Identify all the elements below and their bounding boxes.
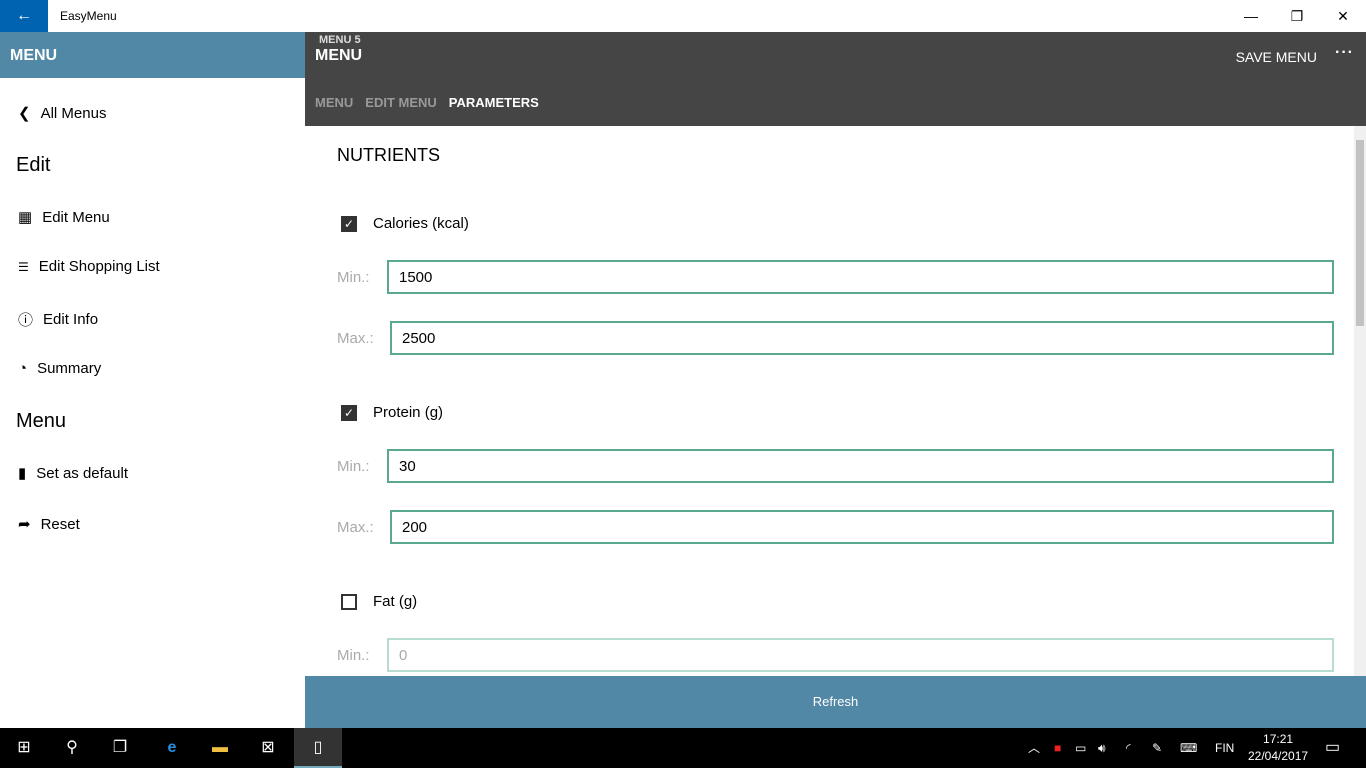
label: Edit Menu <box>42 208 110 226</box>
protein-max-input[interactable]: 200 <box>390 510 1334 544</box>
taskbar: ⊞ ⚲ ❐ e ▬ ⊠ ▯ ︿ ■ ▭ 🔊︎ ◜ ✎ ⌨ FIN 17:21 22… <box>0 728 1366 768</box>
grid-icon: ▦ <box>18 209 33 226</box>
all-menus-label: All Menus <box>40 104 107 122</box>
scrollbar[interactable] <box>1354 126 1366 676</box>
min-label: Min.: <box>337 269 370 286</box>
all-menus-link[interactable]: ❮ All Menus <box>18 104 107 123</box>
calories-max-input[interactable]: 2500 <box>390 321 1334 355</box>
pie-chart-icon: ◔ <box>18 360 28 377</box>
min-label: Min.: <box>337 647 370 664</box>
calories-checkbox[interactable]: ✓ Calories (kcal) <box>341 215 469 232</box>
share-arrow-icon: ➦ <box>18 516 31 533</box>
sidebar-item-reset[interactable]: ➦ Reset <box>18 515 80 534</box>
store-icon[interactable]: ⊠ <box>244 728 292 768</box>
label: Edit Shopping List <box>38 258 160 275</box>
min-label: Min.: <box>337 458 370 475</box>
flag-icon[interactable]: ■ <box>1054 728 1061 768</box>
section-title: NUTRIENTS <box>337 145 440 165</box>
scrollbar-thumb[interactable] <box>1356 140 1364 326</box>
sidebar-item-edit-shopping-list[interactable]: ☰ Edit Shopping List <box>18 258 160 275</box>
sidebar: ❮ All Menus Edit ▦ Edit Menu ☰ Edit Shoppin… <box>0 78 305 728</box>
checkbox-checked-icon: ✓ <box>341 215 357 232</box>
edit-heading: Edit <box>16 154 51 176</box>
main-header: MENU 5 MENU SAVE MENU ··· MENU EDIT MENU… <box>305 32 1366 126</box>
sidebar-header: MENU <box>0 32 305 78</box>
protein-checkbox[interactable]: ✓ Protein (g) <box>341 404 443 421</box>
chevron-up-icon[interactable]: ︿ <box>1028 728 1040 768</box>
parameters-content: NUTRIENTS ✓ Calories (kcal) Min.: 1500 Ma… <box>305 126 1366 676</box>
notifications-icon[interactable]: ▭ <box>1325 728 1340 768</box>
volume-icon[interactable]: 🔊︎ <box>1098 728 1106 768</box>
refresh-button[interactable]: Refresh <box>305 676 1366 728</box>
label: Calories (kcal) <box>373 215 469 232</box>
keyboard-icon[interactable]: ⌨ <box>1180 728 1197 768</box>
page-title: MENU <box>315 47 363 64</box>
more-icon[interactable]: ··· <box>1335 44 1354 62</box>
file-explorer-icon[interactable]: ▬ <box>196 728 244 768</box>
menu-subtitle: MENU 5 <box>319 34 361 46</box>
chevron-left-icon: ❮ <box>18 105 31 122</box>
back-button[interactable]: ← <box>0 0 48 32</box>
sidebar-item-summary[interactable]: ◔ Summary <box>18 360 101 377</box>
max-label: Max.: <box>337 330 374 347</box>
fat-min-input[interactable]: 0 <box>387 638 1334 672</box>
info-icon: ⓘ <box>18 312 34 329</box>
app-title: EasyMenu <box>60 9 117 23</box>
task-view-icon[interactable]: ❐ <box>96 728 144 768</box>
label: Reset <box>40 515 80 533</box>
label: Edit Info <box>43 311 99 328</box>
list-icon: ☰ <box>18 259 29 274</box>
close-button[interactable]: ✕ <box>1320 0 1366 32</box>
label: Summary <box>37 360 102 377</box>
save-menu-button[interactable]: SAVE MENU <box>1236 49 1317 65</box>
tab-parameters[interactable]: PARAMETERS <box>449 95 539 110</box>
sidebar-item-edit-menu[interactable]: ▦ Edit Menu <box>18 208 110 227</box>
checkbox-unchecked-icon <box>341 593 357 610</box>
time: 17:21 <box>1263 732 1294 746</box>
maximize-button[interactable]: ❐ <box>1274 0 1320 32</box>
sidebar-item-set-default[interactable]: ▮ Set as default <box>18 464 128 483</box>
search-icon[interactable]: ⚲ <box>48 728 96 768</box>
title-bar: ← EasyMenu — ❐ ✕ <box>0 0 1366 32</box>
checkbox-checked-icon: ✓ <box>341 404 357 421</box>
calories-min-input[interactable]: 1500 <box>387 260 1334 294</box>
language-indicator[interactable]: FIN <box>1215 728 1234 768</box>
pen-icon[interactable]: ✎ <box>1152 728 1162 768</box>
edge-icon[interactable]: e <box>148 728 196 768</box>
label: Fat (g) <box>373 593 418 610</box>
menu-heading: Menu <box>16 410 67 432</box>
wifi-icon[interactable]: ◜ <box>1126 728 1131 768</box>
clock[interactable]: 17:21 22/04/2017 <box>1248 731 1308 765</box>
max-label: Max.: <box>337 519 374 536</box>
start-windows-icon[interactable]: ⊞ <box>0 728 48 768</box>
sidebar-item-edit-info[interactable]: ⓘ Edit Info <box>18 309 98 330</box>
fat-checkbox[interactable]: Fat (g) <box>341 593 417 610</box>
label: Set as default <box>36 464 128 482</box>
bookmark-icon: ▮ <box>18 465 27 482</box>
tab-edit-menu[interactable]: EDIT MENU <box>365 95 437 110</box>
tab-menu[interactable]: MENU <box>315 95 353 110</box>
label: Protein (g) <box>373 404 444 421</box>
easymenu-app-icon[interactable]: ▯ <box>294 728 342 768</box>
date: 22/04/2017 <box>1248 749 1309 763</box>
protein-min-input[interactable]: 30 <box>387 449 1334 483</box>
battery-icon[interactable]: ▭ <box>1075 728 1086 768</box>
minimize-button[interactable]: — <box>1228 0 1274 32</box>
